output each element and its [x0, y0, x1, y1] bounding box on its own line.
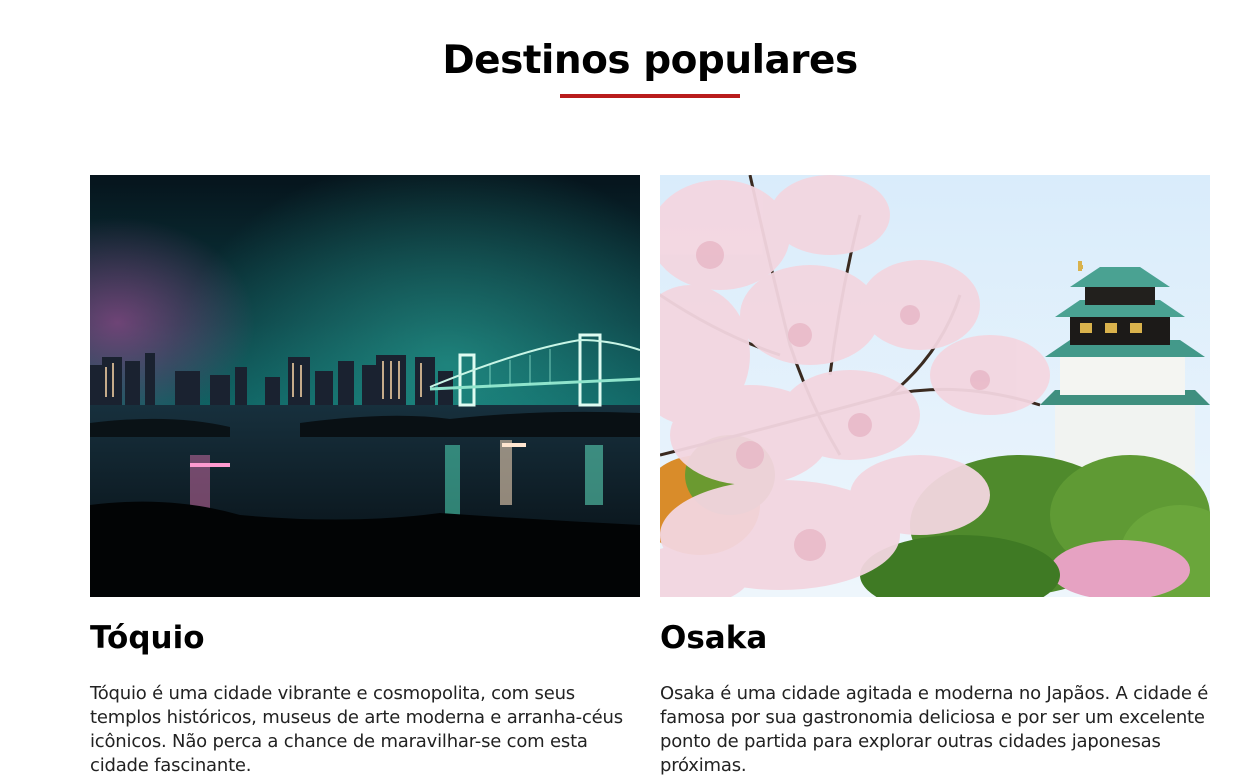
section-title: Destinos populares — [442, 38, 858, 83]
title-underline — [560, 94, 740, 98]
osaka-image[interactable] — [660, 175, 1210, 597]
osaka-castle-cherry-blossom-image-graphic — [660, 175, 1210, 597]
destination-description: Osaka é uma cidade agitada e moderna no … — [660, 683, 1209, 776]
destination-card-osaka[interactable]: Osaka Osaka é uma cidade agitada e moder… — [660, 175, 1210, 778]
destination-title[interactable]: Tóquio — [90, 618, 640, 658]
tokyo-night-bay-image-graphic — [90, 175, 640, 597]
destination-card-tokyo[interactable]: Tóquio Tóquio é uma cidade vibrante e co… — [90, 175, 640, 778]
destination-description: Tóquio é uma cidade vibrante e cosmopoli… — [90, 683, 623, 776]
tokyo-image[interactable] — [90, 175, 640, 597]
destination-title[interactable]: Osaka — [660, 618, 1210, 658]
